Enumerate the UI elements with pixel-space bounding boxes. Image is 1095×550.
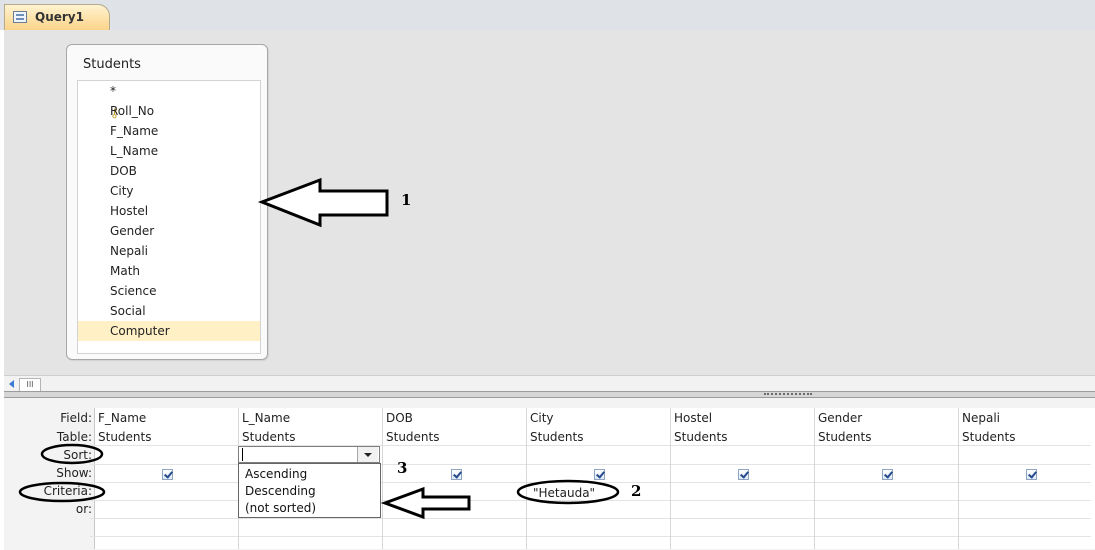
row-label-or: or: — [75, 502, 92, 516]
field-cell-city[interactable]: City — [530, 411, 554, 427]
column-divider — [382, 408, 383, 549]
show-checkbox-f-name[interactable] — [162, 469, 173, 480]
show-checkbox-nepali[interactable] — [1026, 469, 1037, 480]
sort-option-descending[interactable]: Descending — [245, 484, 316, 500]
field-list-item-social[interactable]: Social — [78, 301, 260, 321]
field-list-item-f-name[interactable]: F_Name — [78, 121, 260, 141]
show-checkbox-hostel[interactable] — [738, 469, 749, 480]
document-tab-bar: Query1 — [0, 0, 1095, 30]
text-cursor — [242, 448, 243, 461]
table-cell-hostel[interactable]: Students — [674, 430, 728, 446]
field-list-item-dob[interactable]: DOB — [78, 161, 260, 181]
table-cell-city[interactable]: Students — [530, 430, 584, 446]
table-cell-l-name[interactable]: Students — [242, 430, 296, 446]
column-divider — [814, 408, 815, 549]
query-tab-label: Query1 — [35, 10, 84, 24]
sort-option-ascending[interactable]: Ascending — [245, 467, 307, 483]
field-cell-f-name[interactable]: F_Name — [98, 411, 146, 427]
callout-label-3: 3 — [397, 459, 408, 477]
callout-label-1: 1 — [401, 191, 412, 209]
scroll-thumb[interactable]: III — [19, 378, 41, 392]
horizontal-scrollbar[interactable]: III — [4, 375, 1095, 392]
query-icon — [13, 11, 27, 23]
field-list-item-computer[interactable]: Computer — [78, 321, 260, 341]
field-cell-gender[interactable]: Gender — [818, 411, 862, 427]
show-checkbox-gender[interactable] — [882, 469, 893, 480]
field-cell-l-name[interactable]: L_Name — [242, 411, 290, 427]
field-cell-dob[interactable]: DOB — [386, 411, 413, 427]
callout-label-2: 2 — [631, 482, 642, 500]
row-label-field: Field: — [60, 411, 92, 425]
chevron-down-icon[interactable] — [357, 447, 378, 462]
field-list-body[interactable]: * ⚷ Roll_No F_Name L_Name DOB City Hostel… — [77, 80, 261, 354]
field-list-item-math[interactable]: Math — [78, 261, 260, 281]
sort-dropdown-list[interactable]: Ascending Descending (not sorted) — [238, 463, 381, 518]
column-divider — [958, 408, 959, 549]
callout-arrow-3 — [380, 486, 471, 520]
show-checkbox-dob[interactable] — [451, 469, 462, 480]
field-list-item-hostel[interactable]: Hostel — [78, 201, 260, 221]
field-list-item-all[interactable]: * — [78, 81, 260, 101]
table-cell-nepali[interactable]: Students — [962, 430, 1016, 446]
grid-divider — [90, 536, 1091, 537]
callout-arrow-1 — [257, 177, 389, 228]
column-divider — [670, 408, 671, 549]
field-cell-hostel[interactable]: Hostel — [674, 411, 712, 427]
students-field-list[interactable]: Students * ⚷ Roll_No F_Name L_Name DOB Ci… — [66, 44, 268, 360]
sort-option-not-sorted[interactable]: (not sorted) — [245, 501, 316, 517]
table-cell-gender[interactable]: Students — [818, 430, 872, 446]
pane-splitter[interactable] — [4, 391, 1095, 398]
grid-divider — [90, 518, 1091, 519]
row-label-show: Show: — [56, 466, 92, 480]
sort-label-ellipse — [40, 443, 104, 465]
field-list-item-gender[interactable]: Gender — [78, 221, 260, 241]
field-list-item-science[interactable]: Science — [78, 281, 260, 301]
scroll-left-icon[interactable] — [7, 379, 17, 389]
criteria-value-ellipse — [516, 479, 620, 505]
field-list-item-nepali[interactable]: Nepali — [78, 241, 260, 261]
field-list-item-city[interactable]: City — [78, 181, 260, 201]
table-cell-dob[interactable]: Students — [386, 430, 440, 446]
table-design-area: Students * ⚷ Roll_No F_Name L_Name DOB Ci… — [4, 30, 1095, 375]
field-cell-nepali[interactable]: Nepali — [962, 411, 1000, 427]
field-list-item-l-name[interactable]: L_Name — [78, 141, 260, 161]
query-tab[interactable]: Query1 — [4, 4, 110, 30]
field-list-item-roll-no[interactable]: ⚷ Roll_No — [78, 101, 260, 121]
field-list-title: Students — [83, 57, 141, 72]
criteria-label-ellipse — [18, 481, 106, 503]
